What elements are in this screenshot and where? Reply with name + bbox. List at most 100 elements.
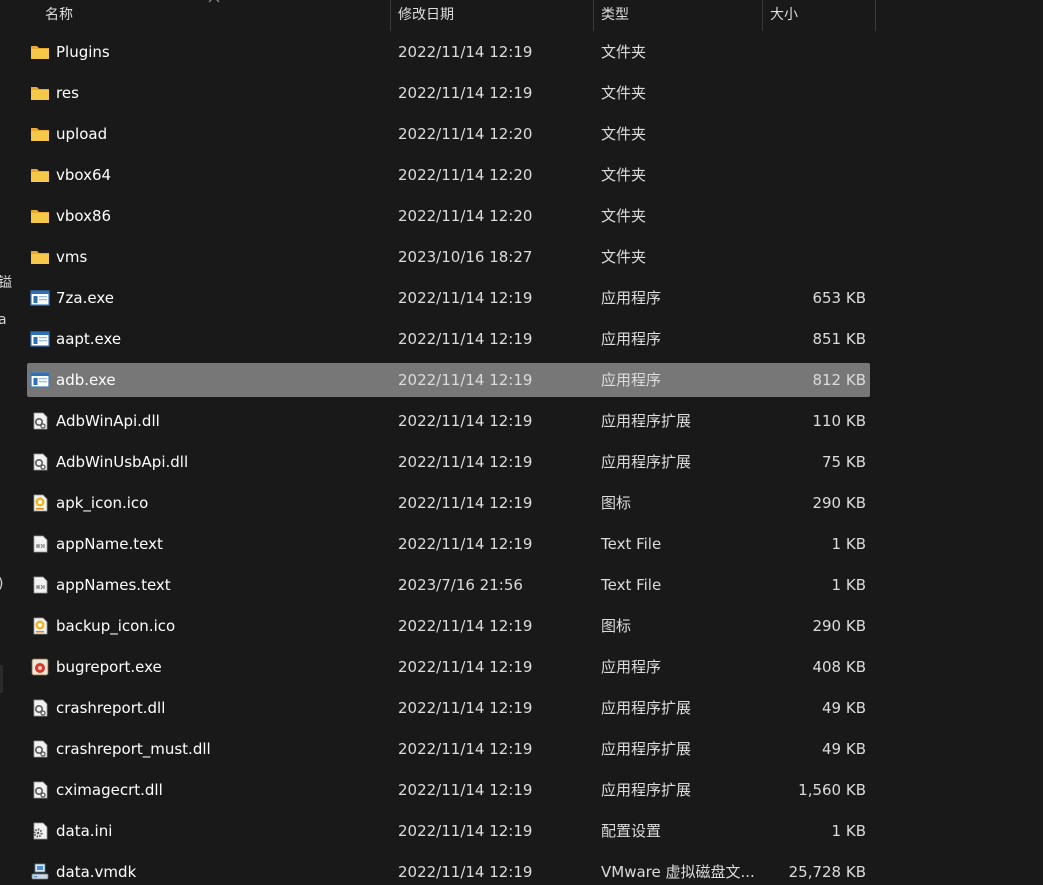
file-row[interactable]: backup_icon.ico 2022/11/14 12:19 图标 290 KB	[27, 609, 870, 643]
file-type: 应用程序扩展	[601, 453, 692, 471]
file-size: 110 KB	[812, 412, 866, 430]
column-header-size[interactable]: 大小	[762, 0, 875, 31]
file-type: 应用程序	[601, 371, 662, 389]
file-type: Text File	[601, 576, 662, 594]
text-file-icon	[30, 535, 50, 553]
file-modified-date: 2022/11/14 12:19	[398, 43, 533, 61]
file-name: vbox64	[56, 166, 112, 184]
dll-icon	[30, 699, 50, 717]
file-row[interactable]: crashreport_must.dll 2022/11/14 12:19 应用程序…	[27, 732, 870, 766]
folder-icon	[30, 207, 50, 225]
file-row[interactable]: apk_icon.ico 2022/11/14 12:19 图标 290 KB	[27, 486, 870, 520]
file-type: 配置设置	[601, 822, 662, 840]
file-name: appNames.text	[56, 576, 171, 594]
dll-icon	[30, 740, 50, 758]
file-modified-date: 2022/11/14 12:19	[398, 699, 533, 717]
folder-icon	[30, 248, 50, 266]
column-header-type[interactable]: 类型	[593, 0, 762, 31]
file-modified-date: 2022/11/14 12:20	[398, 207, 533, 225]
edge-fragment: a	[0, 312, 7, 328]
text-file-icon	[30, 576, 50, 594]
file-type: Text File	[601, 535, 662, 553]
dll-icon	[30, 412, 50, 430]
bugreport-app-icon	[30, 658, 50, 676]
file-type: 文件夹	[601, 166, 647, 184]
file-modified-date: 2023/10/16 18:27	[398, 248, 533, 266]
file-modified-date: 2022/11/14 12:19	[398, 740, 533, 758]
file-type: 应用程序扩展	[601, 699, 692, 717]
file-modified-date: 2022/11/14 12:19	[398, 371, 533, 389]
file-name: Plugins	[56, 43, 110, 61]
file-name: vms	[56, 248, 88, 266]
file-name: 7za.exe	[56, 289, 114, 307]
file-size: 1,560 KB	[798, 781, 866, 799]
file-row[interactable]: 7za.exe 2022/11/14 12:19 应用程序 653 KB	[27, 281, 870, 315]
file-row[interactable]: crashreport.dll 2022/11/14 12:19 应用程序扩展 49 …	[27, 691, 870, 725]
file-type: 应用程序	[601, 658, 662, 676]
file-type: VMware 虚拟磁盘文...	[601, 863, 755, 881]
edge-fragment: )	[0, 576, 3, 592]
file-modified-date: 2022/11/14 12:19	[398, 494, 533, 512]
file-name: aapt.exe	[56, 330, 122, 348]
file-modified-date: 2023/7/16 21:56	[398, 576, 523, 594]
file-size: 1 KB	[831, 535, 866, 553]
file-row[interactable]: vms 2023/10/16 18:27 文件夹	[27, 240, 870, 274]
file-type: 应用程序扩展	[601, 740, 692, 758]
file-type: 文件夹	[601, 43, 647, 61]
ini-icon	[30, 822, 50, 840]
file-row[interactable]: data.ini 2022/11/14 12:19 配置设置 1 KB	[27, 814, 870, 848]
file-name: backup_icon.ico	[56, 617, 176, 635]
file-row[interactable]: res 2022/11/14 12:19 文件夹	[27, 76, 870, 110]
file-modified-date: 2022/11/14 12:19	[398, 822, 533, 840]
file-row[interactable]: aapt.exe 2022/11/14 12:19 应用程序 851 KB	[27, 322, 870, 356]
file-name: upload	[56, 125, 108, 143]
file-size: 851 KB	[812, 330, 866, 348]
file-modified-date: 2022/11/14 12:20	[398, 125, 533, 143]
file-row[interactable]: vbox64 2022/11/14 12:20 文件夹	[27, 158, 870, 192]
file-row[interactable]: cximagecrt.dll 2022/11/14 12:19 应用程序扩展 1,56…	[27, 773, 870, 807]
column-separator[interactable]	[875, 0, 876, 31]
dll-icon	[30, 781, 50, 799]
file-row[interactable]: appNames.text 2023/7/16 21:56 Text File 1 K…	[27, 568, 870, 602]
file-row[interactable]: vbox86 2022/11/14 12:20 文件夹	[27, 199, 870, 233]
file-size: 1 KB	[831, 822, 866, 840]
folder-icon	[30, 43, 50, 61]
file-row[interactable]: data.vmdk 2022/11/14 12:19 VMware 虚拟磁盘文...…	[27, 855, 870, 885]
file-size: 408 KB	[812, 658, 866, 676]
file-name: crashreport.dll	[56, 699, 166, 717]
column-header-modified[interactable]: 修改日期	[390, 0, 593, 31]
file-modified-date: 2022/11/14 12:19	[398, 863, 533, 881]
column-header-name-label: 名称	[45, 7, 73, 23]
file-row[interactable]: Plugins 2022/11/14 12:19 文件夹	[27, 35, 870, 69]
folder-icon	[30, 84, 50, 102]
ico-icon	[30, 494, 50, 512]
file-size: 812 KB	[812, 371, 866, 389]
column-header-name[interactable]: 名称	[37, 0, 389, 31]
file-type: 文件夹	[601, 207, 647, 225]
file-modified-date: 2022/11/14 12:19	[398, 84, 533, 102]
file-size: 49 KB	[822, 699, 866, 717]
file-modified-date: 2022/11/14 12:19	[398, 535, 533, 553]
file-modified-date: 2022/11/14 12:20	[398, 166, 533, 184]
folder-icon	[30, 125, 50, 143]
file-modified-date: 2022/11/14 12:19	[398, 453, 533, 471]
file-row[interactable]: AdbWinApi.dll 2022/11/14 12:19 应用程序扩展 110 K…	[27, 404, 870, 438]
file-type: 图标	[601, 617, 632, 635]
file-modified-date: 2022/11/14 12:19	[398, 289, 533, 307]
file-name: AdbWinApi.dll	[56, 412, 160, 430]
file-row[interactable]: bugreport.exe 2022/11/14 12:19 应用程序 408 KB	[27, 650, 870, 684]
file-name: adb.exe	[56, 371, 116, 389]
file-row[interactable]: AdbWinUsbApi.dll 2022/11/14 12:19 应用程序扩展 75…	[27, 445, 870, 479]
dll-icon	[30, 453, 50, 471]
file-row[interactable]: appName.text 2022/11/14 12:19 Text File 1 K…	[27, 527, 870, 561]
file-row[interactable]: upload 2022/11/14 12:20 文件夹	[27, 117, 870, 151]
edge-fragment: 镒	[0, 275, 12, 291]
file-row[interactable]: adb.exe 2022/11/14 12:19 应用程序 812 KB	[27, 363, 870, 397]
file-explorer-details-view: 镒 a ) 名称 修改日期 类型 大小 Plugins 2022/11/14 12…	[0, 0, 1043, 885]
file-type: 应用程序扩展	[601, 412, 692, 430]
file-modified-date: 2022/11/14 12:19	[398, 330, 533, 348]
file-size: 653 KB	[812, 289, 866, 307]
file-type: 应用程序	[601, 330, 662, 348]
file-name: res	[56, 84, 79, 102]
file-name: appName.text	[56, 535, 163, 553]
